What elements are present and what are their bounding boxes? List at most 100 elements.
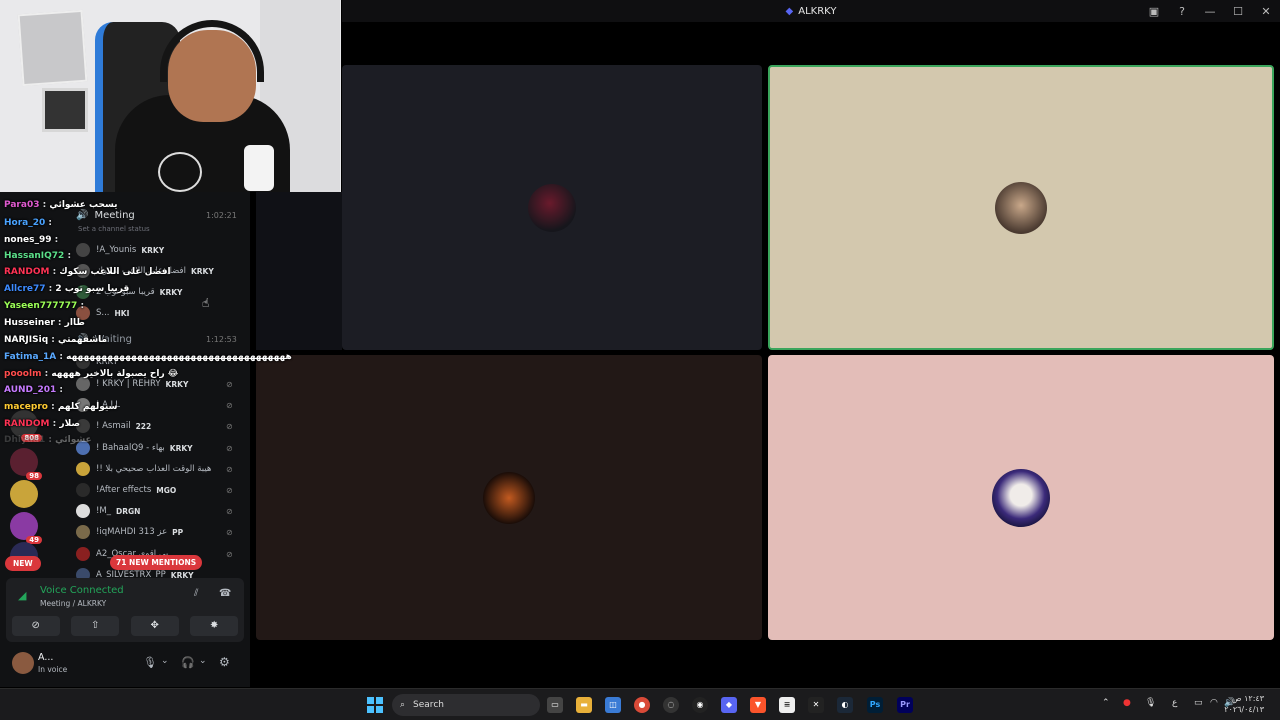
user-panel: A... In voice 🎙 ⌄ 🎧 ⌄ ⚙ bbox=[6, 648, 244, 680]
deafened-icon: ⊘ bbox=[226, 527, 233, 537]
new-pill[interactable]: NEW bbox=[5, 556, 41, 571]
chat-message: Yaseen777777 : bbox=[4, 301, 85, 311]
chat-message: NARJISiq : ماشفهمتي bbox=[4, 335, 108, 345]
capcut-icon[interactable]: ✕ bbox=[808, 697, 824, 713]
deafened-icon: ⊘ bbox=[226, 485, 233, 495]
chat-message: Hora_20 : bbox=[4, 218, 52, 228]
activities-button[interactable]: ✥ bbox=[130, 616, 179, 636]
username[interactable]: A... bbox=[38, 652, 53, 663]
voice-connected-panel: ◢ Voice Connected Meeting / ALKRKY ⫽ ☎ ⊘… bbox=[6, 578, 244, 642]
app-icon[interactable]: ◌ bbox=[663, 697, 679, 713]
user-status: In voice bbox=[38, 665, 68, 674]
voice-user[interactable]: !M_ DRGN ⊘ bbox=[76, 501, 233, 521]
notes-icon[interactable]: ≡ bbox=[779, 697, 795, 713]
title-bar: ◆ ALKRKY ▣ ? — ☐ ✕ bbox=[342, 0, 1280, 22]
screen: ◆ ALKRKY ▣ ? — ☐ ✕ 808 98 49 🔊 Meeting 1… bbox=[0, 0, 1280, 720]
photoshop-icon[interactable]: Ps bbox=[867, 697, 883, 713]
voice-actions: ⊘ ⇧ ✥ ✸ bbox=[6, 616, 244, 636]
maximize-button[interactable]: ☐ bbox=[1224, 5, 1252, 18]
steam-client-icon[interactable]: ◐ bbox=[837, 697, 853, 713]
chat-message: Allcre77 : قريبا سبو توب 2 bbox=[4, 284, 130, 294]
screen-share-icon[interactable]: ▣ bbox=[1140, 5, 1168, 18]
chat-message: nones_99 : bbox=[4, 235, 59, 245]
clock[interactable]: ١٢:٤٣ ص ٢٠٢٦/٠٤/١٣ bbox=[1224, 693, 1264, 715]
language-indicator[interactable]: ع bbox=[1172, 698, 1177, 708]
deafened-icon: ⊘ bbox=[226, 464, 233, 474]
brave-icon[interactable]: ▼ bbox=[750, 697, 766, 713]
microphone-icon[interactable]: 🎙 bbox=[1145, 698, 1156, 708]
chat-message: Fatima_1A : هههههههههههههههههههههههههههه… bbox=[4, 352, 292, 362]
voice-location[interactable]: Meeting / ALKRKY bbox=[40, 599, 106, 608]
chevron-up-icon[interactable]: ⌃ bbox=[1102, 698, 1110, 708]
chrome-icon[interactable]: ● bbox=[634, 697, 650, 713]
avatar bbox=[76, 547, 90, 561]
file-explorer-icon[interactable]: ▬ bbox=[576, 697, 592, 713]
voice-status[interactable]: Voice Connected bbox=[40, 585, 124, 596]
close-button[interactable]: ✕ bbox=[1252, 5, 1280, 18]
video-tile-2[interactable] bbox=[768, 65, 1274, 350]
chat-message: AUND_201 : bbox=[4, 385, 64, 395]
avatar bbox=[995, 181, 1047, 234]
chevron-down-icon[interactable]: ⌄ bbox=[199, 656, 207, 666]
deafened-icon: ⊘ bbox=[226, 506, 233, 516]
camera-button[interactable]: ⊘ bbox=[11, 616, 60, 636]
chat-message: macepro : سيولهم كلهم bbox=[4, 402, 118, 412]
store-icon[interactable]: ◫ bbox=[605, 697, 621, 713]
chat-message: Para03 : يسحب عشوائي bbox=[4, 200, 118, 210]
voice-user[interactable]: !! هيبة الوقت العذاب صحيحي بلا ⊘ bbox=[76, 459, 233, 479]
avatar[interactable] bbox=[12, 652, 34, 674]
task-view-icon[interactable]: ▭ bbox=[547, 697, 563, 713]
video-tile-3[interactable] bbox=[256, 355, 762, 640]
voice-user[interactable]: !After effects MGO ⊘ bbox=[76, 480, 233, 500]
window-title: ◆ ALKRKY bbox=[785, 5, 837, 17]
avatar bbox=[483, 471, 535, 524]
stream-chat-overlay: Para03 : يسحب عشوائي Hora_20 : nones_99 … bbox=[0, 186, 300, 446]
avatar bbox=[76, 525, 90, 539]
discord-icon: ◆ bbox=[785, 5, 794, 17]
avatar bbox=[76, 504, 90, 518]
search-icon: ⌕ bbox=[400, 700, 406, 710]
chevron-down-icon[interactable]: ⌄ bbox=[161, 656, 169, 666]
window-controls: ▣ ? — ☐ ✕ bbox=[1140, 0, 1280, 22]
taskbar: ⌕ Search ▭ ▬ ◫ ● ◌ ◉ ◆ ▼ ≡ ✕ ◐ Ps Pr ⌃ ●… bbox=[0, 688, 1280, 720]
headphones-icon[interactable]: 🎧 bbox=[181, 656, 195, 669]
chat-message: Husseiner : طاار bbox=[4, 318, 85, 328]
screen-share-button[interactable]: ⇧ bbox=[71, 616, 120, 636]
microphone-icon[interactable]: 🎙 bbox=[143, 656, 157, 669]
signal-icon[interactable]: ◢ bbox=[18, 589, 26, 602]
help-icon[interactable]: ? bbox=[1168, 5, 1196, 18]
server-icon[interactable]: 98 bbox=[10, 448, 42, 480]
steam-icon[interactable]: ◉ bbox=[692, 697, 708, 713]
plaque-dark bbox=[42, 88, 88, 132]
windows-start-icon[interactable] bbox=[367, 697, 383, 713]
noise-suppression-icon[interactable]: ⫽ bbox=[194, 588, 198, 599]
server-icon[interactable] bbox=[10, 480, 38, 508]
disconnect-icon[interactable]: ☎ bbox=[219, 588, 231, 599]
search-box[interactable]: ⌕ Search bbox=[392, 694, 540, 716]
avatar bbox=[528, 183, 576, 232]
server-icon[interactable]: 49 bbox=[10, 512, 42, 544]
video-tile-4[interactable] bbox=[768, 355, 1274, 640]
soundboard-button[interactable]: ✸ bbox=[190, 616, 239, 636]
mug bbox=[244, 145, 274, 191]
chat-message: Dhiyaa1 : عشوائي bbox=[4, 435, 92, 445]
mouse-cursor: ☝ bbox=[202, 296, 210, 310]
gear-icon[interactable]: ⚙ bbox=[219, 655, 230, 669]
video-tile-1[interactable] bbox=[342, 65, 762, 350]
chat-message: RANDOM : صلار bbox=[4, 419, 81, 429]
deafened-icon: ⊘ bbox=[226, 549, 233, 559]
voice-user[interactable]: !iqMAHDI 313 عز PP ⊘ bbox=[76, 522, 233, 542]
new-mentions-pill[interactable]: 71 NEW MENTIONS bbox=[110, 555, 203, 570]
discord-icon[interactable]: ◆ bbox=[721, 697, 737, 713]
plaque-silver bbox=[17, 9, 88, 87]
avatar bbox=[992, 468, 1050, 527]
chat-message: RANDOM : افضل على اللاعب سكوك bbox=[4, 267, 171, 277]
minimize-button[interactable]: — bbox=[1196, 5, 1224, 18]
wifi-icon[interactable]: ◠ bbox=[1210, 698, 1218, 708]
premiere-icon[interactable]: Pr bbox=[897, 697, 913, 713]
tray-app-icon[interactable]: ● bbox=[1123, 698, 1131, 708]
avatar bbox=[76, 483, 90, 497]
network-icon[interactable]: ▭ bbox=[1194, 698, 1203, 708]
chat-message: HassanIQ72 : bbox=[4, 251, 72, 261]
chat-message: pooolm : راح يصبولة بالاخير ههههه 😂 bbox=[4, 369, 179, 379]
